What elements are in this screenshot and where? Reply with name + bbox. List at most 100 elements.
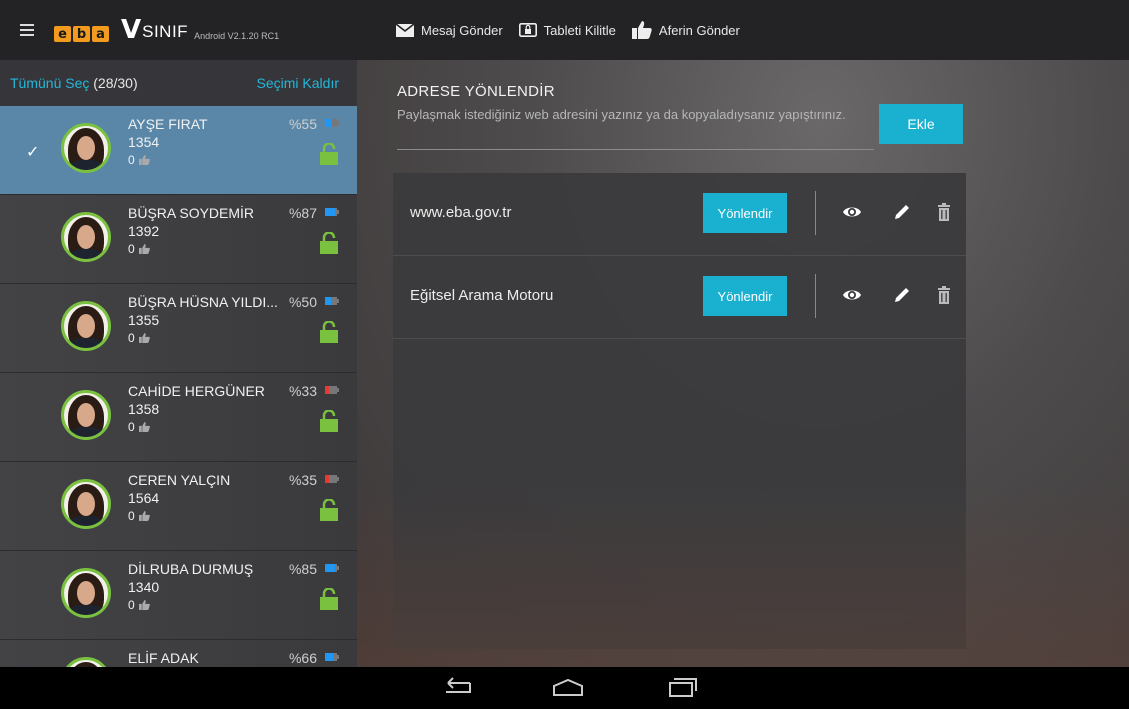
trash-icon[interactable] [934, 202, 954, 222]
eye-icon[interactable] [842, 285, 862, 305]
thumbs-up-icon [631, 21, 652, 39]
page-title: ADRESE YÖNLENDİR [397, 83, 555, 100]
likes-value: 0 [128, 242, 135, 256]
battery-percent: %50 [288, 294, 317, 310]
pencil-icon[interactable] [892, 202, 912, 222]
student-row[interactable]: CAHİDE HERGÜNER 1358 0 %33 [0, 373, 357, 462]
redirect-button[interactable]: Yönlendir [703, 276, 787, 316]
brand-v-mark: V [121, 15, 142, 45]
student-list-panel: Tümünü Seç (28/30) Seçimi Kaldır ✓ AYŞE F… [0, 60, 357, 667]
student-number: 1358 [128, 401, 160, 417]
battery-level [325, 208, 336, 216]
student-number: 1340 [128, 579, 160, 595]
student-name: BÜŞRA HÜSNA YILDI... [128, 294, 278, 310]
lock-icon[interactable] [320, 588, 338, 610]
home-icon[interactable] [551, 677, 585, 699]
battery-icon [325, 475, 339, 483]
system-navigation-bar [0, 667, 1129, 709]
student-row[interactable]: DİLRUBA DURMUŞ 1340 0 %85 [0, 551, 357, 640]
send-praise-button[interactable]: Aferin Gönder [631, 21, 740, 39]
tablet-lock-icon [518, 23, 537, 37]
battery-level [325, 119, 332, 127]
likes-count: 0 [128, 598, 150, 612]
add-button[interactable]: Ekle [879, 104, 963, 144]
likes-count: 0 [128, 420, 150, 434]
student-row[interactable]: BÜŞRA SOYDEMİR 1392 0 %87 [0, 195, 357, 284]
lock-icon[interactable] [320, 321, 338, 343]
redirect-panel: ADRESE YÖNLENDİR Paylaşmak istediğiniz w… [357, 60, 1129, 667]
likes-value: 0 [128, 153, 135, 167]
send-praise-label: Aferin Gönder [658, 22, 740, 38]
thumbs-up-icon [138, 333, 150, 343]
lock-icon[interactable] [320, 143, 338, 165]
avatar [61, 657, 111, 667]
lock-icon[interactable] [320, 410, 338, 432]
battery-percent: %85 [288, 561, 317, 577]
brand-name: SINIF [142, 22, 189, 41]
logo-letter: b [73, 26, 90, 42]
avatar [61, 568, 111, 618]
lock-tablet-button[interactable]: Tableti Kilitle [518, 22, 616, 38]
saved-links-list: www.eba.gov.tr Yönlendir Eğitsel Arama M… [393, 173, 966, 649]
thumbs-up-icon [138, 511, 150, 521]
student-name: CEREN YALÇIN [128, 472, 231, 488]
selection-count: (28/30) [93, 75, 138, 91]
send-message-label: Mesaj Gönder [421, 22, 503, 38]
student-row[interactable]: CEREN YALÇIN 1564 0 %35 [0, 462, 357, 551]
avatar [61, 390, 111, 440]
lock-icon[interactable] [320, 499, 338, 521]
likes-count: 0 [128, 331, 150, 345]
check-icon: ✓ [26, 144, 40, 161]
likes-value: 0 [128, 331, 135, 345]
battery-level [325, 386, 329, 394]
student-row[interactable]: ✓ AYŞE FIRAT 1354 0 %55 [0, 106, 357, 195]
student-number: 1354 [128, 134, 160, 150]
app-version: Android V2.1.20 RC1 [194, 31, 280, 41]
battery-level [325, 297, 331, 305]
battery-percent: %87 [288, 205, 317, 221]
avatar [61, 479, 111, 529]
battery-level [325, 564, 336, 572]
battery-level [325, 653, 333, 661]
battery-percent: %35 [288, 472, 317, 488]
eye-icon[interactable] [842, 202, 862, 222]
envelope-icon [396, 23, 414, 37]
list-item: www.eba.gov.tr Yönlendir [393, 173, 966, 256]
battery-percent: %33 [288, 383, 317, 399]
battery-percent: %55 [288, 116, 317, 132]
link-title: www.eba.gov.tr [410, 204, 512, 221]
thumbs-up-icon [138, 422, 150, 432]
student-row[interactable]: ELİF ADAK %66 [0, 640, 357, 667]
student-number: 1392 [128, 223, 160, 239]
student-row[interactable]: BÜŞRA HÜSNA YILDI... 1355 0 %50 [0, 284, 357, 373]
url-input[interactable]: Paylaşmak istediğiniz web adresini yazın… [397, 107, 874, 150]
likes-count: 0 [128, 153, 150, 167]
likes-value: 0 [128, 420, 135, 434]
select-all-button[interactable]: Tümünü Seç [10, 75, 89, 91]
redirect-button[interactable]: Yönlendir [703, 193, 787, 233]
lock-tablet-label: Tableti Kilitle [543, 22, 616, 38]
send-message-button[interactable]: Mesaj Gönder [396, 23, 503, 38]
divider [815, 191, 816, 235]
recents-icon[interactable] [666, 677, 700, 699]
likes-value: 0 [128, 509, 135, 523]
pencil-icon[interactable] [892, 285, 912, 305]
battery-icon [325, 119, 339, 127]
trash-icon[interactable] [934, 285, 954, 305]
likes-count: 0 [128, 242, 150, 256]
battery-percent: %66 [288, 650, 317, 666]
eba-logo: e b a [54, 18, 109, 42]
avatar [61, 301, 111, 351]
battery-icon [325, 386, 339, 394]
likes-value: 0 [128, 598, 135, 612]
battery-level [325, 475, 330, 483]
thumbs-up-icon [138, 155, 150, 165]
clear-selection-button[interactable]: Seçimi Kaldır [257, 75, 339, 91]
student-name: BÜŞRA SOYDEMİR [128, 205, 255, 221]
hamburger-menu-icon[interactable] [20, 24, 34, 36]
lock-icon[interactable] [320, 232, 338, 254]
battery-icon [325, 208, 339, 216]
back-icon[interactable] [440, 677, 474, 699]
divider [815, 274, 816, 318]
student-list: ✓ AYŞE FIRAT 1354 0 %55 BÜŞRA SOYDEMİR 1392 0 %8… [0, 106, 357, 667]
